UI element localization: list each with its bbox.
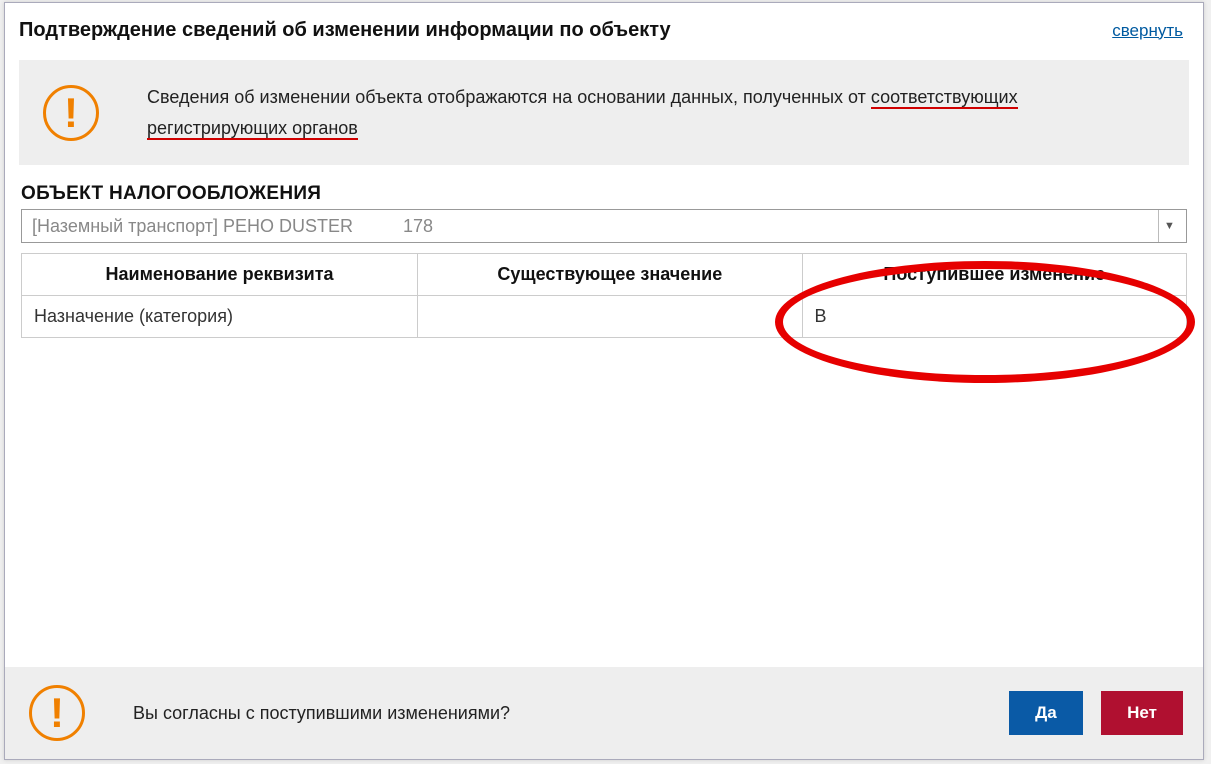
dialog-header: Подтверждение сведений об изменении инфо… <box>5 3 1203 54</box>
info-text: Сведения об изменении объекта отображают… <box>147 82 1018 143</box>
col-header-existing: Существующее значение <box>418 254 802 296</box>
collapse-link[interactable]: свернуть <box>1112 21 1183 41</box>
cell-existing <box>418 296 802 338</box>
info-text-underlined-1: соответствующих <box>871 87 1018 109</box>
confirm-dialog: Подтверждение сведений об изменении инфо… <box>4 2 1204 760</box>
col-header-name: Наименование реквизита <box>22 254 418 296</box>
col-header-incoming: Поступившее изменение <box>802 254 1186 296</box>
dialog-title: Подтверждение сведений об изменении инфо… <box>19 19 671 42</box>
footer-question: Вы согласны с поступившими изменениями? <box>133 703 961 724</box>
table-row: Назначение (категория) В <box>22 296 1187 338</box>
table-header-row: Наименование реквизита Существующее знач… <box>22 254 1187 296</box>
cell-incoming: В <box>802 296 1186 338</box>
no-button[interactable]: Нет <box>1101 691 1183 735</box>
object-select[interactable]: [Наземный транспорт] РЕНО DUSTER 178 ▼ <box>21 209 1187 243</box>
chevron-down-icon: ▼ <box>1158 210 1180 242</box>
warning-icon: ! <box>43 85 99 141</box>
yes-button[interactable]: Да <box>1009 691 1083 735</box>
info-box: ! Сведения об изменении объекта отобража… <box>19 60 1189 165</box>
section-label: ОБЪЕКТ НАЛОГООБЛОЖЕНИЯ <box>21 183 1187 205</box>
info-text-underlined-2: регистрирующих органов <box>147 118 358 140</box>
object-select-wrap: [Наземный транспорт] РЕНО DUSTER 178 ▼ <box>21 209 1187 243</box>
changes-table: Наименование реквизита Существующее знач… <box>21 253 1187 338</box>
footer-buttons: Да Нет <box>1009 691 1183 735</box>
cell-name: Назначение (категория) <box>22 296 418 338</box>
object-select-value: [Наземный транспорт] РЕНО DUSTER 178 <box>32 216 433 237</box>
warning-icon: ! <box>29 685 85 741</box>
info-text-prefix: Сведения об изменении объекта отображают… <box>147 87 871 107</box>
dialog-footer: ! Вы согласны с поступившими изменениями… <box>5 667 1203 759</box>
